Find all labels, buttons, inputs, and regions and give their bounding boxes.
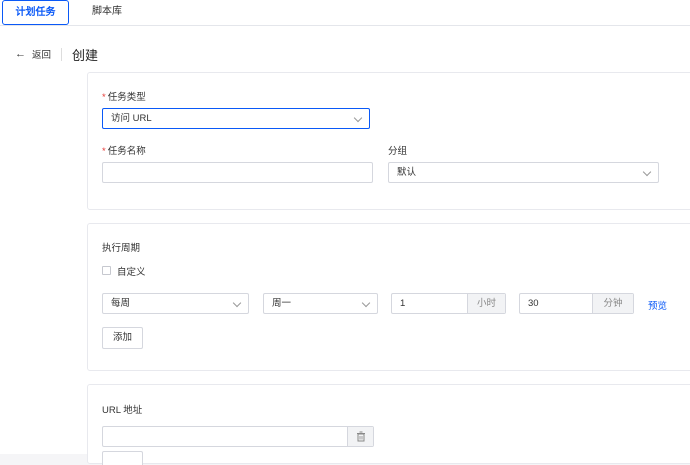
custom-label: 自定义 (117, 267, 146, 278)
frequency-select[interactable]: 每周 (102, 293, 249, 314)
url-add-button[interactable] (102, 451, 143, 465)
task-type-select[interactable]: 访问 URL (102, 108, 370, 129)
trash-icon[interactable] (347, 427, 373, 446)
top-tab-bar: 计划任务 脚本库 (0, 0, 690, 26)
task-type-label: * 任务类型 (102, 92, 146, 103)
hour-value: 1 (400, 298, 406, 309)
page-title: 创建 (72, 47, 99, 63)
minute-value: 30 (528, 298, 539, 309)
tab-scheduled-tasks[interactable]: 计划任务 (2, 0, 69, 25)
minute-input[interactable]: 30 分钟 (519, 293, 634, 314)
back-arrow-icon[interactable]: ← (15, 46, 26, 62)
chevron-down-icon (232, 298, 242, 308)
weekday-select[interactable]: 周一 (263, 293, 378, 314)
hour-unit: 小时 (467, 294, 505, 313)
group-value: 默认 (397, 167, 417, 178)
task-name-input[interactable] (102, 162, 373, 183)
task-type-value: 访问 URL (111, 113, 152, 124)
tab-script-library[interactable]: 脚本库 (84, 0, 130, 25)
page-header: ← 返回 创建 (15, 46, 99, 63)
preview-link[interactable]: 预览 (648, 298, 667, 312)
url-card: URL 地址 (87, 384, 690, 465)
group-label: 分组 (388, 146, 408, 157)
schedule-card: 执行周期 自定义 每周 周一 1 小时 30 分钟 预览 添加 (87, 223, 690, 371)
required-asterisk: * (102, 146, 106, 157)
hour-input[interactable]: 1 小时 (391, 293, 506, 314)
group-select[interactable]: 默认 (388, 162, 659, 183)
task-name-label: * 任务名称 (102, 146, 146, 157)
add-button[interactable]: 添加 (102, 327, 143, 349)
custom-checkbox[interactable] (102, 266, 111, 275)
main-content: ← 返回 创建 * 任务类型 访问 URL * 任务名称 分组 默认 执行周期 自定… (0, 26, 690, 465)
task-info-card: * 任务类型 访问 URL * 任务名称 分组 默认 (87, 72, 690, 210)
chevron-down-icon (353, 113, 363, 123)
header-divider (61, 47, 63, 61)
weekday-value: 周一 (272, 298, 292, 309)
back-button[interactable]: 返回 (32, 47, 51, 61)
url-input[interactable] (102, 426, 374, 447)
frequency-value: 每周 (111, 298, 131, 309)
schedule-title: 执行周期 (102, 243, 141, 254)
chevron-down-icon (361, 298, 371, 308)
chevron-down-icon (642, 167, 652, 177)
url-title: URL 地址 (102, 405, 143, 416)
minute-unit: 分钟 (592, 294, 633, 313)
required-asterisk: * (102, 92, 106, 103)
